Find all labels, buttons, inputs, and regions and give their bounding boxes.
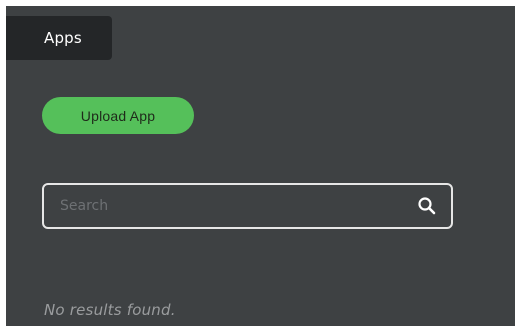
search-icon[interactable]	[417, 196, 437, 216]
search-box[interactable]	[42, 183, 453, 229]
upload-app-button-label: Upload App	[80, 107, 156, 124]
search-input[interactable]	[60, 185, 400, 227]
no-results-message: No results found.	[44, 301, 176, 319]
apps-panel: Apps Upload App No results found.	[6, 6, 515, 326]
upload-app-button[interactable]: Upload App	[42, 97, 194, 134]
window-frame: Apps Upload App No results found.	[0, 0, 521, 332]
tab-apps[interactable]: Apps	[6, 16, 112, 60]
tab-apps-label: Apps	[44, 29, 82, 47]
